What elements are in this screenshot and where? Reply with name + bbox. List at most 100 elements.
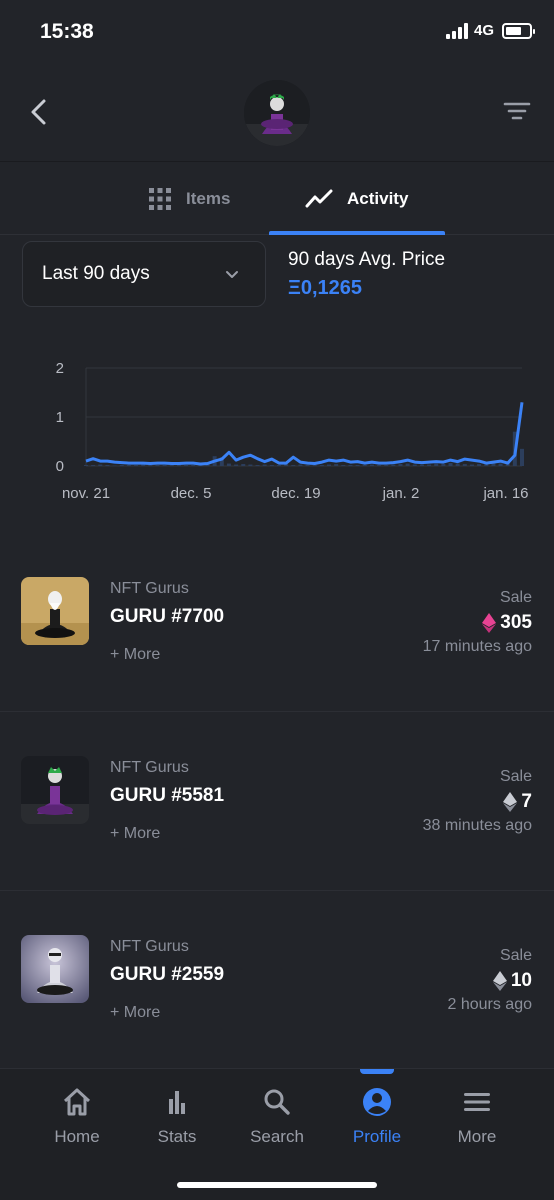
period-dropdown[interactable]: Last 90 days bbox=[22, 241, 266, 307]
avg-price-label: 90 days Avg. Price bbox=[288, 249, 446, 270]
volume-bar bbox=[141, 464, 146, 466]
filter-button[interactable] bbox=[502, 96, 532, 126]
nav-profile-label: Profile bbox=[352, 1127, 402, 1146]
nav-profile[interactable]: Profile bbox=[322, 1069, 432, 1169]
x-tick-label: nov. 21 bbox=[62, 485, 110, 502]
volume-bar bbox=[226, 463, 231, 466]
nft-thumbnail bbox=[21, 935, 89, 1003]
event-time: 17 minutes ago bbox=[422, 638, 532, 655]
nft-image-2559 bbox=[21, 935, 89, 1003]
tab-bar: Items Activity bbox=[0, 163, 554, 235]
volume-bar bbox=[126, 465, 131, 466]
y-tick-label: 1 bbox=[56, 409, 64, 426]
volume-bar bbox=[448, 463, 453, 466]
tab-items-label: Items bbox=[186, 189, 231, 208]
nav-home-label: Home bbox=[54, 1127, 100, 1146]
sale-price-value: 305 bbox=[500, 612, 532, 633]
activity-row[interactable]: NFT Gurus GURU #5581 + More Sale 7 38 mi… bbox=[0, 712, 554, 891]
volume-bar bbox=[262, 464, 267, 466]
sale-price: 10 bbox=[492, 970, 532, 992]
battery-icon bbox=[502, 22, 535, 39]
volume-bar bbox=[248, 464, 253, 466]
volume-bar bbox=[269, 465, 274, 466]
tab-items[interactable]: Items bbox=[148, 163, 230, 235]
more-link[interactable]: + More bbox=[110, 1004, 160, 1022]
nav-home[interactable]: Home bbox=[22, 1069, 132, 1169]
nav-stats[interactable]: Stats bbox=[122, 1069, 232, 1169]
network-type: 4G bbox=[473, 22, 494, 39]
profile-icon bbox=[363, 1088, 391, 1116]
nav-more-label: More bbox=[457, 1127, 497, 1146]
volume-bar bbox=[384, 465, 389, 466]
volume-bar bbox=[498, 463, 503, 466]
y-tick-label: 2 bbox=[56, 360, 64, 377]
volume-bar bbox=[434, 463, 439, 466]
nft-image-5581 bbox=[21, 756, 89, 824]
volume-bar bbox=[477, 464, 482, 466]
header bbox=[0, 66, 554, 162]
volume-bar bbox=[91, 465, 96, 466]
nav-search[interactable]: Search bbox=[222, 1069, 332, 1169]
volume-bar bbox=[419, 464, 424, 466]
volume-bar bbox=[276, 465, 281, 466]
ethereum-icon bbox=[492, 971, 507, 991]
activity-row[interactable]: NFT Gurus GURU #2559 + More Sale 10 2 ho… bbox=[0, 891, 554, 1070]
price-chart: 0 1 2 nov. 21 dec. 5 dec. 19 jan. 2 jan. 16 bbox=[56, 360, 529, 502]
back-button[interactable] bbox=[22, 94, 58, 130]
collection-name: NFT Gurus bbox=[110, 580, 189, 597]
volume-bar bbox=[162, 465, 167, 466]
volume-bar bbox=[327, 464, 332, 466]
ethereum-pink-icon bbox=[482, 613, 497, 633]
active-tab-indicator bbox=[269, 231, 445, 235]
period-dropdown-value: Last 90 days bbox=[42, 263, 150, 284]
volume-bar bbox=[176, 465, 181, 466]
volume-bar bbox=[98, 464, 103, 466]
volume-bar bbox=[348, 465, 353, 466]
volume-bar bbox=[155, 465, 160, 466]
volume-bar bbox=[105, 465, 110, 466]
nav-stats-label: Stats bbox=[157, 1127, 197, 1146]
search-icon bbox=[264, 1089, 290, 1115]
profile-avatar[interactable] bbox=[244, 80, 310, 146]
volume-bar bbox=[441, 464, 446, 466]
ethereum-icon bbox=[503, 792, 518, 812]
volume-bar bbox=[298, 464, 303, 466]
more-link[interactable]: + More bbox=[110, 646, 160, 664]
volume-bar bbox=[341, 465, 346, 466]
signal-icon bbox=[445, 22, 468, 39]
volume-bar bbox=[255, 465, 260, 466]
trend-line-icon bbox=[305, 189, 333, 208]
status-bar: 15:38 4G bbox=[0, 0, 554, 66]
nft-thumbnail bbox=[21, 756, 89, 824]
nft-name: GURU #7700 bbox=[110, 606, 225, 627]
event-type: Sale bbox=[499, 768, 532, 785]
more-link[interactable]: + More bbox=[110, 825, 160, 843]
status-time: 15:38 bbox=[40, 20, 94, 43]
volume-bar bbox=[369, 464, 374, 466]
volume-bar bbox=[191, 465, 196, 466]
nft-thumbnail bbox=[21, 577, 89, 645]
volume-bar bbox=[405, 463, 410, 466]
tab-activity[interactable]: Activity bbox=[305, 163, 408, 235]
x-tick-label: dec. 19 bbox=[271, 485, 320, 502]
nft-image-7700 bbox=[21, 577, 89, 645]
volume-bar bbox=[455, 463, 460, 466]
event-time: 2 hours ago bbox=[447, 996, 532, 1013]
volume-bar bbox=[305, 465, 310, 466]
volume-bar bbox=[234, 464, 239, 466]
x-tick-label: jan. 16 bbox=[482, 485, 528, 502]
nav-more[interactable]: More bbox=[422, 1069, 532, 1169]
event-type: Sale bbox=[499, 947, 532, 964]
sale-price: 7 bbox=[503, 791, 532, 813]
volume-bar bbox=[84, 465, 88, 466]
volume-bar bbox=[398, 464, 403, 466]
volume-bar bbox=[119, 465, 124, 466]
volume-bar bbox=[319, 465, 324, 466]
volume-bar bbox=[469, 464, 474, 466]
guru-avatar-image bbox=[244, 80, 310, 146]
home-icon bbox=[63, 1088, 91, 1116]
tab-activity-label: Activity bbox=[347, 189, 409, 208]
volume-bar bbox=[391, 464, 396, 466]
activity-row[interactable]: NFT Gurus GURU #7700 + More Sale 305 17 … bbox=[0, 533, 554, 712]
x-tick-label: dec. 5 bbox=[171, 485, 212, 502]
